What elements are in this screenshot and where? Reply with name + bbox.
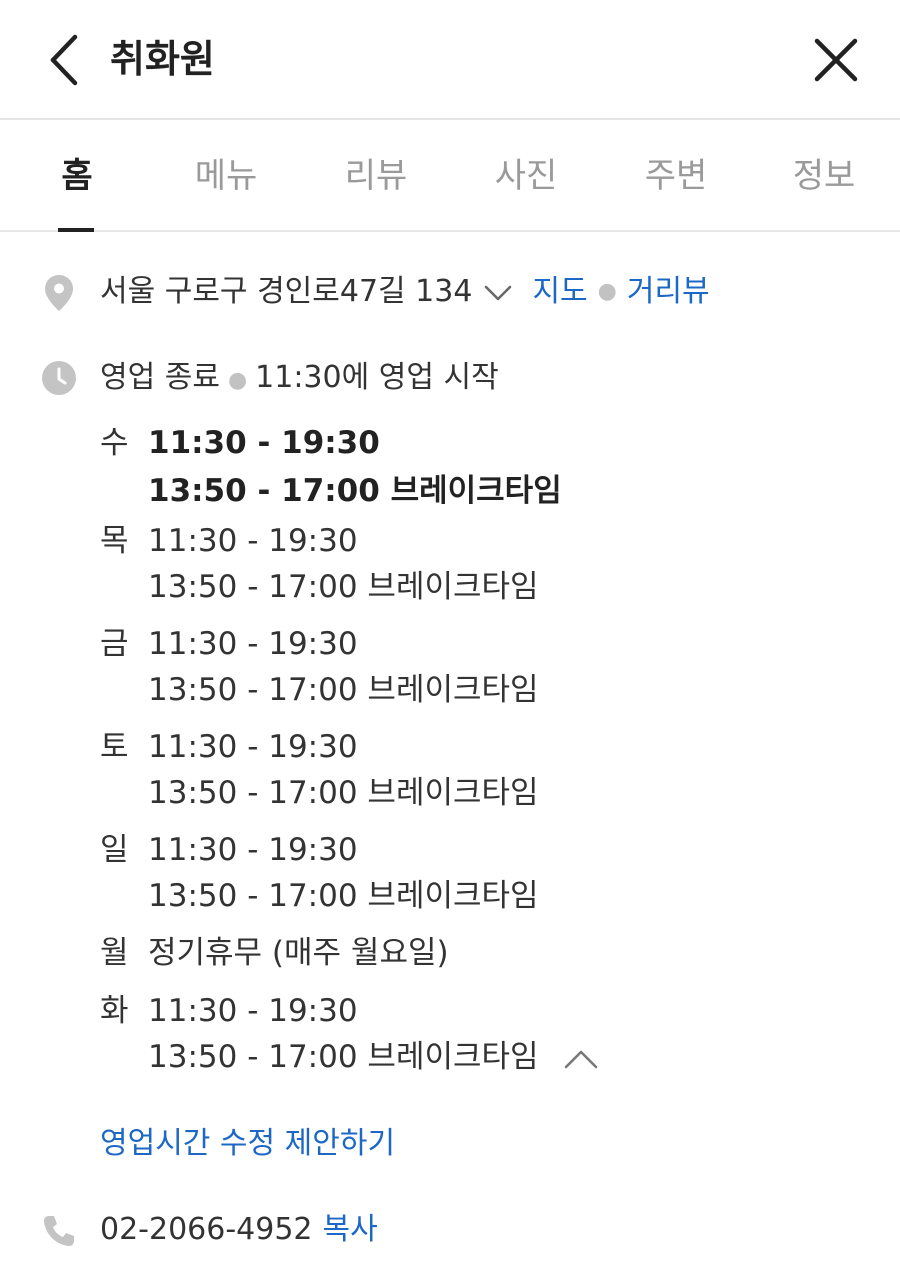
day-label: 목	[100, 523, 129, 559]
opening-hours-list: 수 11:30 - 19:30 13:50 - 17:00 브레이크타임 목 1…	[100, 420, 860, 1088]
address-text: 서울 구로구 경인로47길 134	[100, 274, 473, 309]
day-label: 월	[100, 935, 129, 971]
tab-home[interactable]: 홈	[56, 152, 98, 200]
map-link[interactable]: 지도	[532, 270, 587, 314]
street-view-link[interactable]: 거리뷰	[627, 270, 710, 314]
hours-day-sat: 토 11:30 - 19:30 13:50 - 17:00 브레이크타임	[100, 724, 860, 827]
day-label: 일	[100, 832, 129, 868]
tab-info[interactable]: 정보	[788, 152, 860, 200]
hours-range: 11:30 - 19:30	[148, 626, 358, 662]
hours-range: 11:30 - 19:30	[148, 729, 358, 765]
tab-reviews[interactable]: 리뷰	[340, 152, 412, 200]
back-button[interactable]	[36, 28, 92, 92]
top-bar: 취화원	[0, 0, 900, 120]
tab-menu[interactable]: 메뉴	[190, 152, 262, 200]
hours-day-tue: 화 11:30 - 19:30 13:50 - 17:00 브레이크타임	[100, 988, 860, 1088]
break-time: 13:50 - 17:00 브레이크타임	[148, 569, 539, 605]
break-time: 13:50 - 17:00 브레이크타임	[148, 1039, 539, 1075]
clock-icon	[40, 359, 78, 397]
hours-day-wed: 수 11:30 - 19:30 13:50 - 17:00 브레이크타임	[100, 420, 860, 518]
hours-day-thu: 목 11:30 - 19:30 13:50 - 17:00 브레이크타임	[100, 518, 860, 621]
active-tab-indicator	[58, 228, 94, 232]
close-button[interactable]	[806, 30, 866, 90]
phone-row: 02-2066-4952 복사	[100, 1208, 378, 1252]
hours-range: 11:30 - 19:30	[148, 425, 380, 461]
suggest-hours-edit-link[interactable]: 영업시간 수정 제안하기	[100, 1122, 395, 1166]
closed-note: 정기휴무 (매주 월요일)	[148, 935, 449, 971]
break-time: 13:50 - 17:00 브레이크타임	[148, 473, 562, 509]
page-title: 취화원	[110, 37, 215, 81]
copy-phone-button[interactable]: 복사	[323, 1212, 378, 1247]
break-time: 13:50 - 17:00 브레이크타임	[148, 878, 539, 914]
hours-day-fri: 금 11:30 - 19:30 13:50 - 17:00 브레이크타임	[100, 621, 860, 724]
tab-nearby[interactable]: 주변	[640, 152, 712, 200]
tab-photos[interactable]: 사진	[490, 152, 562, 200]
break-time: 13:50 - 17:00 브레이크타임	[148, 672, 539, 708]
hours-day-mon: 월 정기휴무 (매주 월요일)	[100, 930, 860, 988]
hours-range: 11:30 - 19:30	[148, 523, 358, 559]
hours-day-sun: 일 11:30 - 19:30 13:50 - 17:00 브레이크타임	[100, 827, 860, 930]
next-open-text: 11:30에 영업 시작	[255, 360, 499, 395]
close-icon	[814, 38, 858, 82]
tab-bar: 홈 메뉴 리뷰 사진 주변 정보	[0, 122, 900, 232]
day-label: 수	[100, 425, 129, 461]
business-status: 영업 종료 ● 11:30에 영업 시작	[100, 356, 499, 403]
location-pin-icon	[40, 274, 78, 312]
phone-number[interactable]: 02-2066-4952	[100, 1212, 313, 1247]
address-row: 서울 구로구 경인로47길 134 지도 ● 거리뷰	[100, 270, 710, 314]
hours-range: 11:30 - 19:30	[148, 993, 358, 1029]
chevron-up-icon[interactable]	[564, 1036, 598, 1082]
day-label: 토	[100, 729, 129, 765]
break-time: 13:50 - 17:00 브레이크타임	[148, 775, 539, 811]
separator-dot: ●	[597, 279, 617, 304]
phone-icon	[40, 1212, 78, 1250]
hours-range: 11:30 - 19:30	[148, 832, 358, 868]
day-label: 화	[100, 993, 129, 1029]
day-label: 금	[100, 626, 129, 662]
chevron-left-icon	[50, 34, 78, 86]
chevron-down-icon[interactable]	[484, 270, 512, 314]
status-text: 영업 종료	[100, 360, 220, 395]
separator-dot: ●	[227, 368, 248, 393]
